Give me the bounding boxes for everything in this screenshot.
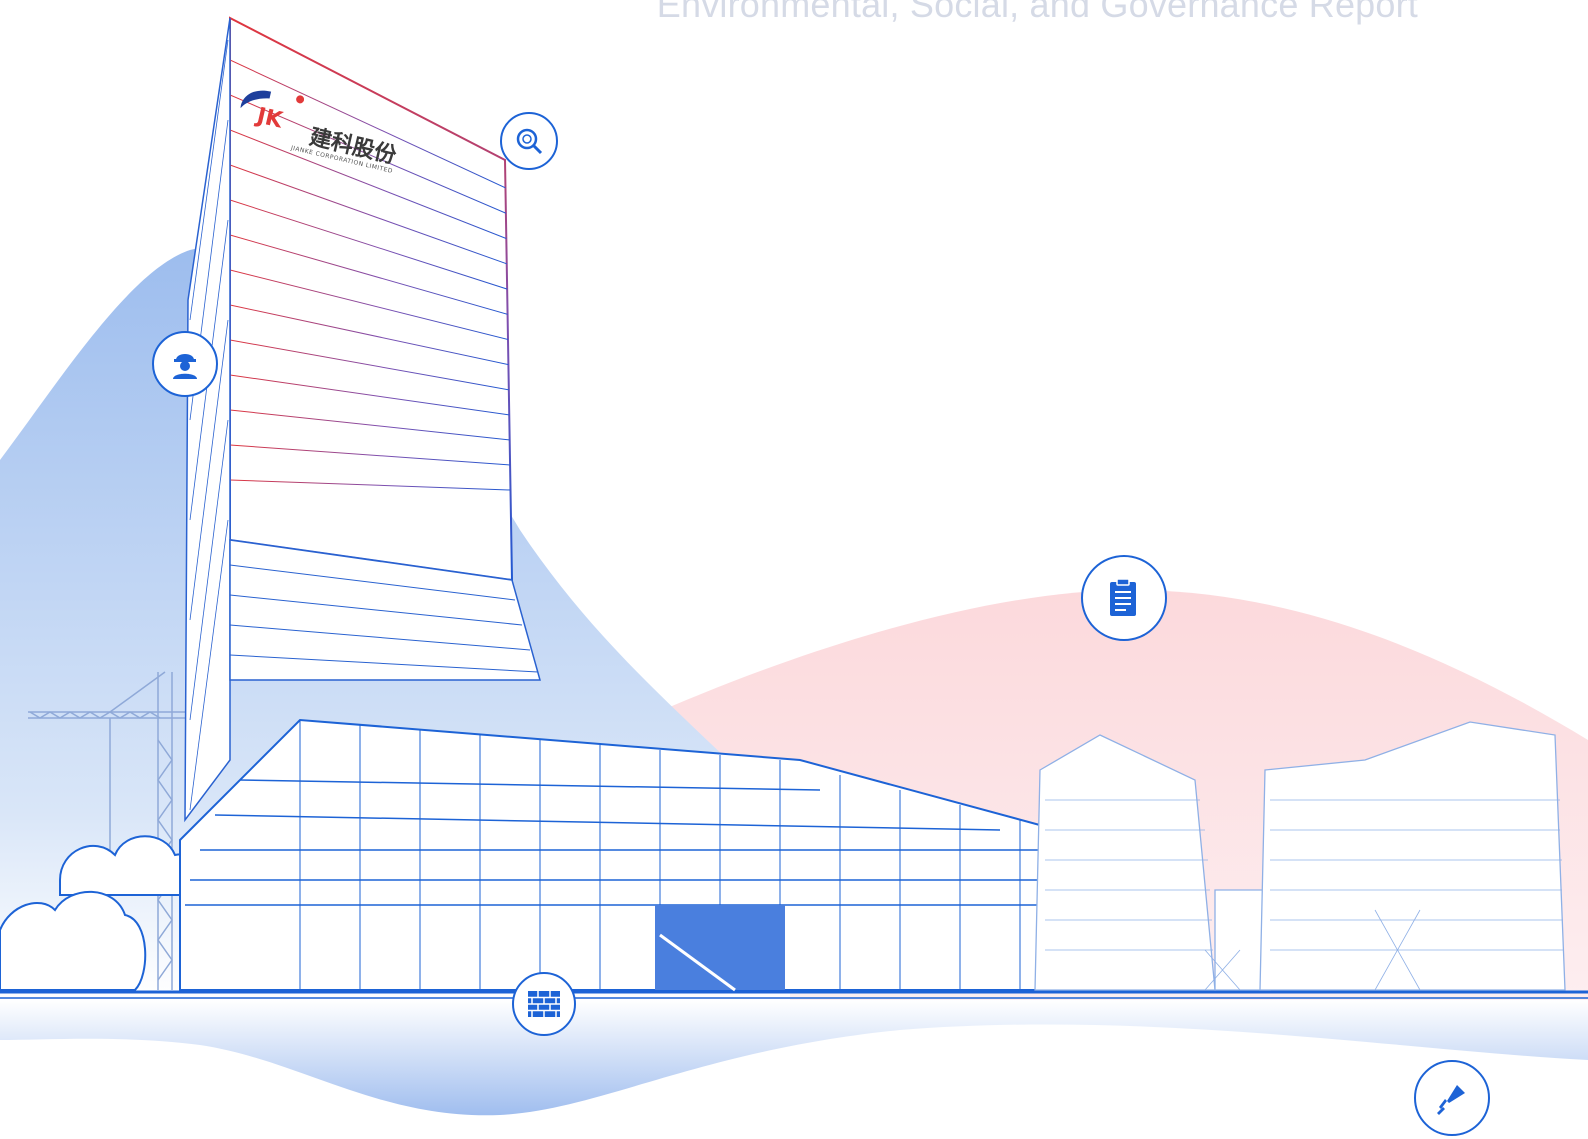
clipboard-document-icon[interactable] [1081, 555, 1167, 641]
report-cover-page: Environmental, Social, and Governance Re… [0, 0, 1588, 1139]
trowel-tool-icon[interactable] [1414, 1060, 1490, 1136]
bottom-wave [0, 1000, 1588, 1116]
report-title: Environmental, Social, and Governance Re… [656, 0, 1418, 25]
city-illustration [0, 16, 1588, 1116]
worker-helmet-icon[interactable] [152, 331, 218, 397]
svg-text:JK: JK [253, 103, 286, 134]
magnifier-icon[interactable] [500, 112, 558, 170]
brick-wall-icon[interactable] [512, 972, 576, 1036]
